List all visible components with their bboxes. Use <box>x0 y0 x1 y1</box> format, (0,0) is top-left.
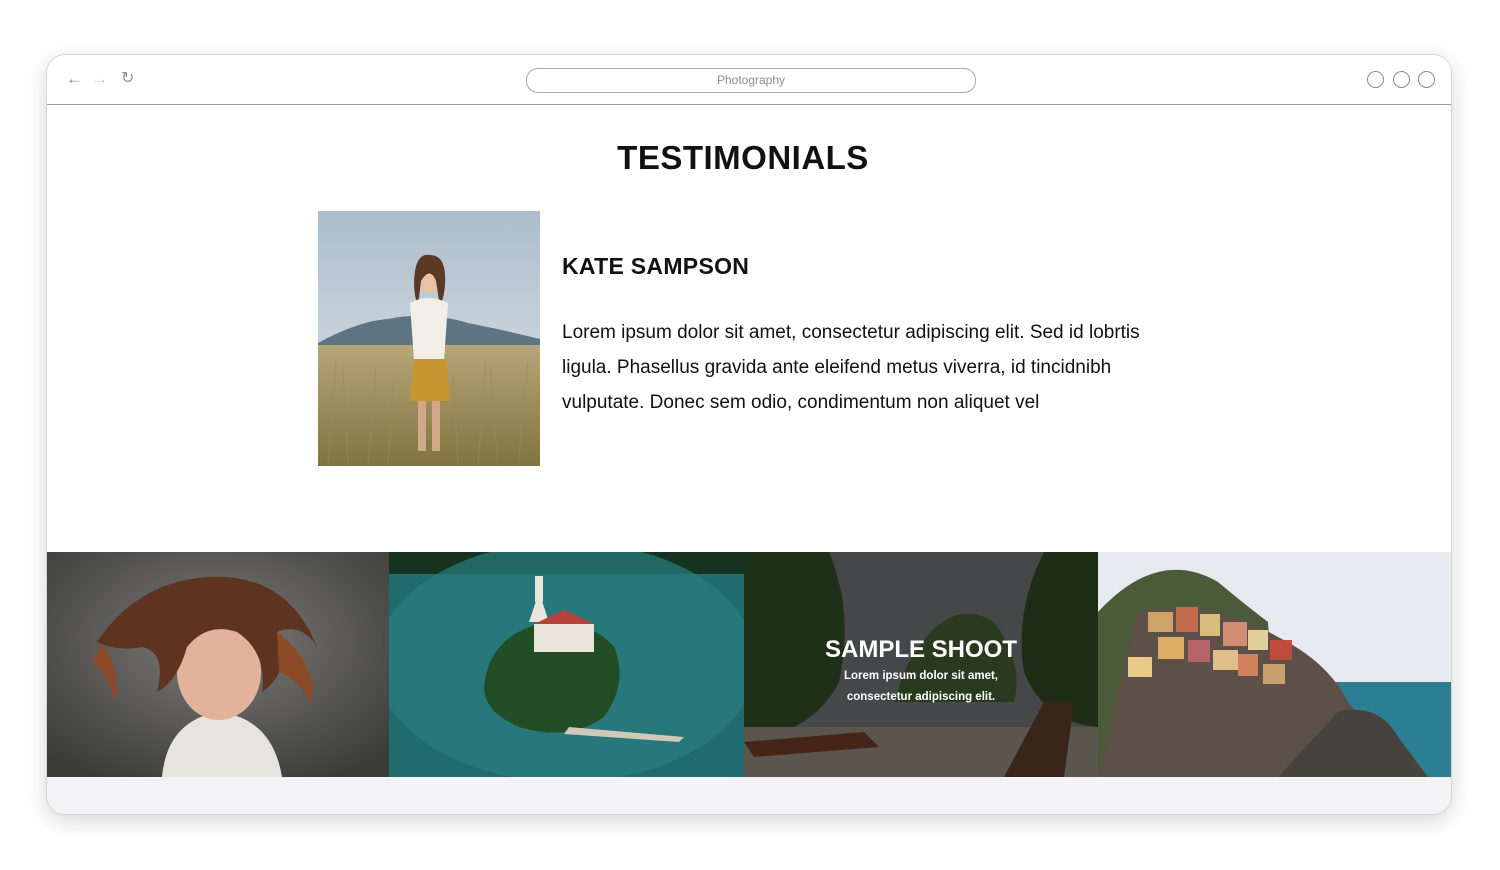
window-control-button[interactable] <box>1367 71 1384 88</box>
featured-overlay <box>744 552 1098 777</box>
page-content: TESTIMONIALS KATE SAMPSON Lorem ipsum do… <box>47 105 1451 814</box>
gallery-photo-hair[interactable] <box>47 552 389 777</box>
section-title: TESTIMONIALS <box>617 139 869 176</box>
testimonial-photo <box>318 211 540 466</box>
page-footer <box>47 777 1451 814</box>
reload-icon[interactable]: ↻ <box>121 69 134 89</box>
arrow-right-icon[interactable]: → <box>91 69 108 89</box>
photo-gallery: SAMPLE SHOOT Lorem ipsum dolor sit amet,… <box>47 552 1451 777</box>
featured-shoot-title: SAMPLE SHOOT <box>824 636 1017 663</box>
window-control-button[interactable] <box>1418 71 1435 88</box>
window-control-button[interactable] <box>1393 71 1410 88</box>
featured-shoot-description: Lorem ipsum dolor sit amet, consectetur … <box>844 670 998 703</box>
address-bar[interactable]: Photography <box>526 68 976 93</box>
browser-window: ← → ↻ Photography TESTIMONIALS KATE SAMP… <box>47 55 1451 814</box>
gallery-photo-island[interactable] <box>389 552 744 777</box>
gallery-photo-featured[interactable]: SAMPLE SHOOT Lorem ipsum dolor sit amet,… <box>744 552 1098 777</box>
testimonial-quote: Lorem ipsum dolor sit amet, consectetur … <box>562 322 1140 413</box>
testimonial-author: KATE SAMPSON <box>562 253 750 279</box>
arrow-left-icon[interactable]: ← <box>66 69 83 89</box>
browser-toolbar: ← → ↻ Photography <box>47 55 1451 105</box>
gallery-photo-coastal-village[interactable] <box>1098 552 1451 777</box>
